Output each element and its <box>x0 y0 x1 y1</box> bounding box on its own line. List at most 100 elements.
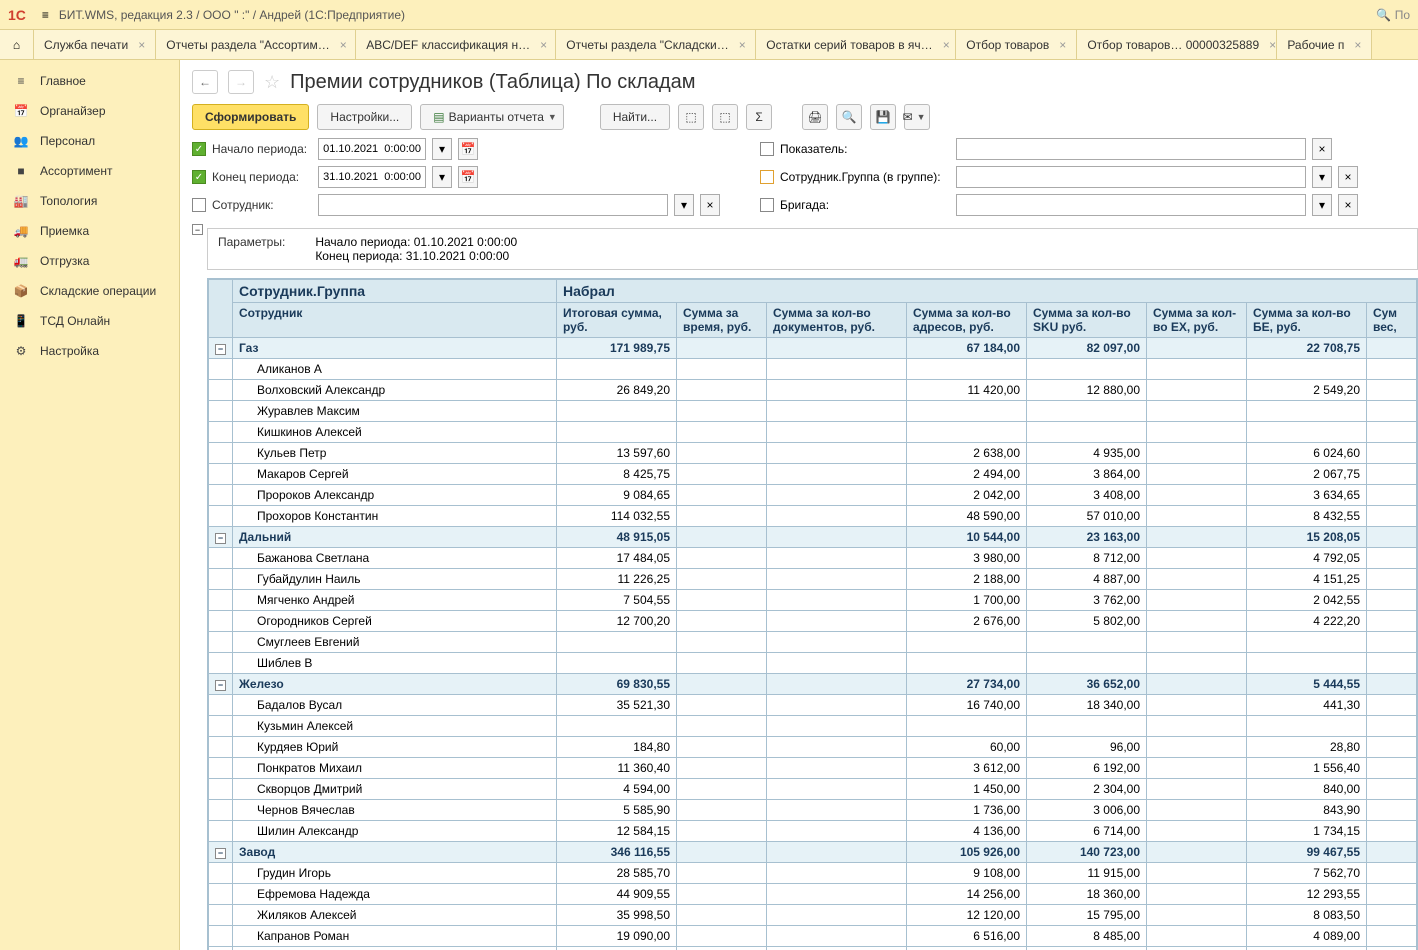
group-toggle-icon[interactable]: − <box>215 848 226 859</box>
group-toggle-icon[interactable]: − <box>215 533 226 544</box>
tab-close-icon[interactable]: × <box>739 38 746 52</box>
table-row[interactable]: Кришталь Илья <box>209 947 1417 950</box>
tab-2[interactable]: ABC/DEF классификация н…× <box>356 30 556 59</box>
find-button[interactable]: Найти... <box>600 104 670 130</box>
sidebar-item-2[interactable]: 👥Персонал <box>0 126 179 156</box>
tab-6[interactable]: Отбор товаров… 00000325889× <box>1077 30 1277 59</box>
global-search[interactable]: 🔍 По <box>1376 8 1410 22</box>
table-row[interactable]: Кишкинов Алексей <box>209 422 1417 443</box>
group-toggle-icon[interactable]: − <box>215 680 226 691</box>
group-row[interactable]: −Железо69 830,5527 734,0036 652,005 444,… <box>209 674 1417 695</box>
email-icon[interactable]: ✉ ▼ <box>904 104 930 130</box>
table-row[interactable]: Бажанова Светлана17 484,053 980,008 712,… <box>209 548 1417 569</box>
end-date-calendar-icon[interactable]: 📅 <box>458 166 478 188</box>
table-row[interactable]: Грудин Игорь28 585,709 108,0011 915,007 … <box>209 863 1417 884</box>
brigade-input[interactable] <box>956 194 1306 216</box>
settings-button[interactable]: Настройки... <box>317 104 412 130</box>
tab-close-icon[interactable]: × <box>340 38 347 52</box>
indicator-clear-icon[interactable]: × <box>1312 138 1332 160</box>
sidebar-item-8[interactable]: 📱ТСД Онлайн <box>0 306 179 336</box>
report-variants-button[interactable]: ▤ Варианты отчета ▼ <box>420 104 564 130</box>
sidebar-item-3[interactable]: ■Ассортимент <box>0 156 179 186</box>
group-toggle-icon[interactable]: − <box>215 344 226 355</box>
menu-icon[interactable]: ≡ <box>42 8 49 22</box>
indicator-checkbox[interactable] <box>760 142 774 156</box>
tab-3[interactable]: Отчеты раздела "Складски…× <box>556 30 756 59</box>
print-icon[interactable]: 🖨 <box>802 104 828 130</box>
tab-0[interactable]: Служба печати× <box>34 30 156 59</box>
group-row[interactable]: −Дальний48 915,0510 544,0023 163,0015 20… <box>209 527 1417 548</box>
group-checkbox[interactable] <box>760 170 774 184</box>
table-row[interactable]: Жиляков Алексей35 998,5012 120,0015 795,… <box>209 905 1417 926</box>
table-row[interactable]: Понкратов Михаил11 360,403 612,006 192,0… <box>209 758 1417 779</box>
brigade-clear-icon[interactable]: × <box>1338 194 1358 216</box>
sidebar-item-4[interactable]: 🏭Топология <box>0 186 179 216</box>
table-row[interactable]: Шиблев В <box>209 653 1417 674</box>
table-row[interactable]: Волховский Александр26 849,2011 420,0012… <box>209 380 1417 401</box>
favorite-star-icon[interactable]: ☆ <box>264 72 280 93</box>
tab-5[interactable]: Отбор товаров× <box>956 30 1077 59</box>
sidebar-item-5[interactable]: 🚚Приемка <box>0 216 179 246</box>
employee-input[interactable] <box>318 194 668 216</box>
employee-dropdown-icon[interactable]: ▾ <box>674 194 694 216</box>
tab-1[interactable]: Отчеты раздела "Ассортим…× <box>156 30 356 59</box>
preview-icon[interactable]: 🔍 <box>836 104 862 130</box>
table-row[interactable]: Скворцов Дмитрий4 594,001 450,002 304,00… <box>209 779 1417 800</box>
table-row[interactable]: Аликанов А <box>209 359 1417 380</box>
group-input[interactable] <box>956 166 1306 188</box>
nav-forward-button[interactable]: → <box>228 70 254 94</box>
table-row[interactable]: Огородников Сергей12 700,202 676,005 802… <box>209 611 1417 632</box>
start-date-spinner[interactable]: ▾ <box>432 138 452 160</box>
table-row[interactable]: Губайдулин Наиль11 226,252 188,004 887,0… <box>209 569 1417 590</box>
employee-clear-icon[interactable]: × <box>700 194 720 216</box>
sidebar-item-1[interactable]: 📅Органайзер <box>0 96 179 126</box>
tab-close-icon[interactable]: × <box>540 38 547 52</box>
tab-close-icon[interactable]: × <box>943 38 950 52</box>
tab-close-icon[interactable]: × <box>138 38 145 52</box>
table-row[interactable]: Кузьмин Алексей <box>209 716 1417 737</box>
table-row[interactable]: Пророков Александр9 084,652 042,003 408,… <box>209 485 1417 506</box>
collapse-groups-icon[interactable]: ⬚ <box>712 104 738 130</box>
indicator-input[interactable] <box>956 138 1306 160</box>
group-row[interactable]: −Завод346 116,55105 926,00140 723,0099 4… <box>209 842 1417 863</box>
tab-close-icon[interactable]: × <box>1059 38 1066 52</box>
table-row[interactable]: Ефремова Надежда44 909,5514 256,0018 360… <box>209 884 1417 905</box>
save-icon[interactable]: 💾 <box>870 104 896 130</box>
group-dropdown-icon[interactable]: ▾ <box>1312 166 1332 188</box>
nav-back-button[interactable]: ← <box>192 70 218 94</box>
sidebar-item-9[interactable]: ⚙Настройка <box>0 336 179 366</box>
tab-close-icon[interactable]: × <box>1269 38 1276 52</box>
table-row[interactable]: Шилин Александр12 584,154 136,006 714,00… <box>209 821 1417 842</box>
end-date-input[interactable] <box>318 166 426 188</box>
table-row[interactable]: Бадалов Вусал35 521,3016 740,0018 340,00… <box>209 695 1417 716</box>
sum-icon[interactable]: Σ <box>746 104 772 130</box>
table-row[interactable]: Макаров Сергей8 425,752 494,003 864,002 … <box>209 464 1417 485</box>
start-date-calendar-icon[interactable]: 📅 <box>458 138 478 160</box>
end-date-spinner[interactable]: ▾ <box>432 166 452 188</box>
expand-groups-icon[interactable]: ⬚ <box>678 104 704 130</box>
tab-7[interactable]: Рабочие п× <box>1277 30 1372 59</box>
home-tab[interactable]: ⌂ <box>0 30 34 59</box>
sidebar-item-7[interactable]: 📦Складские операции <box>0 276 179 306</box>
start-date-input[interactable] <box>318 138 426 160</box>
table-row[interactable]: Капранов Роман19 090,006 516,008 485,004… <box>209 926 1417 947</box>
tab-close-icon[interactable]: × <box>1354 38 1361 52</box>
end-date-checkbox[interactable] <box>192 170 206 184</box>
table-row[interactable]: Журавлев Максим <box>209 401 1417 422</box>
table-row[interactable]: Мягченко Андрей7 504,551 700,003 762,002… <box>209 590 1417 611</box>
sidebar-item-0[interactable]: ≡Главное <box>0 66 179 96</box>
table-row[interactable]: Кульев Петр13 597,602 638,004 935,006 02… <box>209 443 1417 464</box>
brigade-dropdown-icon[interactable]: ▾ <box>1312 194 1332 216</box>
group-clear-icon[interactable]: × <box>1338 166 1358 188</box>
table-row[interactable]: Прохоров Константин114 032,5548 590,0057… <box>209 506 1417 527</box>
employee-checkbox[interactable] <box>192 198 206 212</box>
table-row[interactable]: Курдяев Юрий184,8060,0096,0028,80 <box>209 737 1417 758</box>
generate-button[interactable]: Сформировать <box>192 104 309 130</box>
start-date-checkbox[interactable] <box>192 142 206 156</box>
group-row[interactable]: −Газ171 989,7567 184,0082 097,0022 708,7… <box>209 338 1417 359</box>
outline-toggle-icon[interactable]: − <box>192 224 203 235</box>
table-row[interactable]: Чернов Вячеслав5 585,901 736,003 006,008… <box>209 800 1417 821</box>
brigade-checkbox[interactable] <box>760 198 774 212</box>
table-row[interactable]: Смуглеев Евгений <box>209 632 1417 653</box>
sidebar-item-6[interactable]: 🚛Отгрузка <box>0 246 179 276</box>
